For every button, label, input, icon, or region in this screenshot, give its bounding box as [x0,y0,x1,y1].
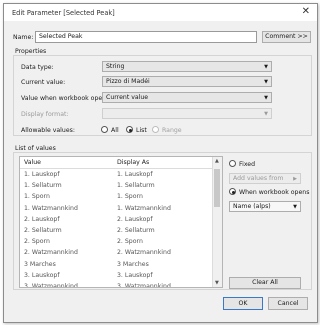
display-as-cell: 1. Watzmannkind [117,204,171,212]
when-opens-dropdown[interactable]: Current value ▼ [102,92,272,103]
list-of-values-heading: List of values [15,145,56,152]
display-as-cell: 3 Marches [117,260,149,268]
current-value-label: Current value: [21,79,66,86]
chevron-down-icon: ▼ [264,111,268,117]
value-cell: 2. Sellaturm [24,227,62,234]
scroll-thumb[interactable] [214,169,220,207]
display-as-cell: 1. Sellaturm [117,182,155,190]
table-row[interactable]: 1. Sellaturm 1. Sellaturm [20,180,222,192]
display-as-cell: 2. Lauskopf [117,215,153,223]
close-icon[interactable]: ✕ [302,7,310,17]
display-as-cell: 2. Sellaturm [117,227,155,234]
when-workbook-opens-label: When workbook opens [239,189,310,196]
ok-button[interactable]: OK [223,297,263,310]
table-row[interactable]: 3. Watzmannkind 3. Watzmannkind [20,281,222,288]
when-opens-label: Value when workbook opens: [21,95,112,102]
display-as-cell: 2. Watzmannkind [117,249,171,257]
add-values-from-button: Add values from ▶ [229,173,301,184]
table-row[interactable]: 2. Lauskopf 2. Lauskopf [20,214,222,226]
allowable-range-radio [152,126,159,133]
allowable-all-label: All [111,127,119,134]
value-cell: 1. Lauskopf [24,171,60,178]
add-values-from-label: Add values from [233,175,284,182]
name-field[interactable]: Selected Peak [35,31,257,43]
scroll-down-icon[interactable]: ▼ [215,280,219,286]
name-label: Name: [13,34,34,41]
value-cell: 3. Watzmannkind [24,283,78,288]
value-cell: 2. Watzmannkind [24,249,78,257]
value-cell: 1. Sporn [24,193,50,201]
table-header: Value Display As [20,157,215,169]
data-type-dropdown[interactable]: String ▼ [102,61,272,72]
allowable-all-radio[interactable] [101,126,108,133]
allowable-list-radio[interactable] [126,126,133,133]
workbook-opens-field-dropdown[interactable]: Name (alps) ▼ [229,201,301,212]
table-row[interactable]: 3 Marches 3 Marches [20,259,222,271]
vertical-scrollbar[interactable]: ▲ ▼ [212,157,222,287]
dialog-title: Edit Parameter [Selected Peak] [12,9,115,17]
fixed-radio[interactable] [229,160,236,167]
data-type-value: String [106,63,125,70]
value-cell: 3 Marches [24,260,56,268]
when-workbook-opens-radio[interactable] [229,188,236,195]
values-table[interactable]: Value Display As 1. Lauskopf 1. Lauskopf 1… [19,156,223,288]
column-header-display-as: Display As [117,159,150,166]
value-cell: 1. Watzmannkind [24,204,78,212]
workbook-opens-field-value: Name (alps) [233,203,271,210]
table-row[interactable]: 1. Sporn 1. Sporn [20,191,222,203]
display-as-cell: 2. Sporn [117,238,143,246]
column-header-value: Value [24,159,41,166]
table-row[interactable]: 1. Watzmannkind 1. Watzmannkind [20,203,222,215]
chevron-down-icon: ▼ [264,95,268,101]
value-cell: 2. Lauskopf [24,215,60,223]
table-row[interactable]: 2. Sporn 2. Sporn [20,236,222,248]
value-cell: 1. Sellaturm [24,182,62,190]
current-value-dropdown[interactable]: Pizzo di Madéi ▼ [102,76,272,87]
comment-button[interactable]: Comment >> [262,31,311,43]
display-format-dropdown: ▼ [102,108,272,119]
allowable-values-label: Allowable values: [21,127,75,134]
allowable-range-label: Range [162,127,182,134]
clear-all-button[interactable]: Clear All [229,277,301,289]
when-opens-value: Current value [106,94,149,101]
table-row[interactable]: 2. Watzmannkind 2. Watzmannkind [20,247,222,259]
chevron-right-icon: ▶ [293,176,297,182]
properties-heading: Properties [15,48,47,55]
table-row[interactable]: 2. Sellaturm 2. Sellaturm [20,225,222,237]
fixed-label: Fixed [239,161,256,168]
data-type-label: Data type: [21,64,54,71]
chevron-down-icon: ▼ [264,79,268,85]
scroll-up-icon[interactable]: ▲ [215,158,219,164]
display-format-label: Display format: [21,111,69,118]
display-as-cell: 1. Sporn [117,193,143,201]
name-field-value: Selected Peak [39,33,83,40]
table-body: 1. Lauskopf 1. Lauskopf 1. Sellaturm 1. Sel… [20,169,215,287]
display-as-cell: 3. Watzmannkind [117,283,171,288]
display-as-cell: 1. Lauskopf [117,171,153,178]
allowable-list-label: List [136,127,147,134]
chevron-down-icon: ▼ [264,64,268,70]
display-as-cell: 3. Lauskopf [117,271,153,279]
title-bar: Edit Parameter [Selected Peak] ✕ [4,4,317,21]
cancel-button[interactable]: Cancel [268,297,308,310]
table-row[interactable]: 1. Lauskopf 1. Lauskopf [20,169,222,181]
chevron-down-icon: ▼ [293,204,297,210]
edit-parameter-dialog: Edit Parameter [Selected Peak] ✕ Name: S… [3,3,318,323]
value-cell: 3. Lauskopf [24,271,60,279]
table-row[interactable]: 3. Lauskopf 3. Lauskopf [20,270,222,282]
current-value-value: Pizzo di Madéi [106,78,150,85]
value-cell: 2. Sporn [24,238,50,246]
